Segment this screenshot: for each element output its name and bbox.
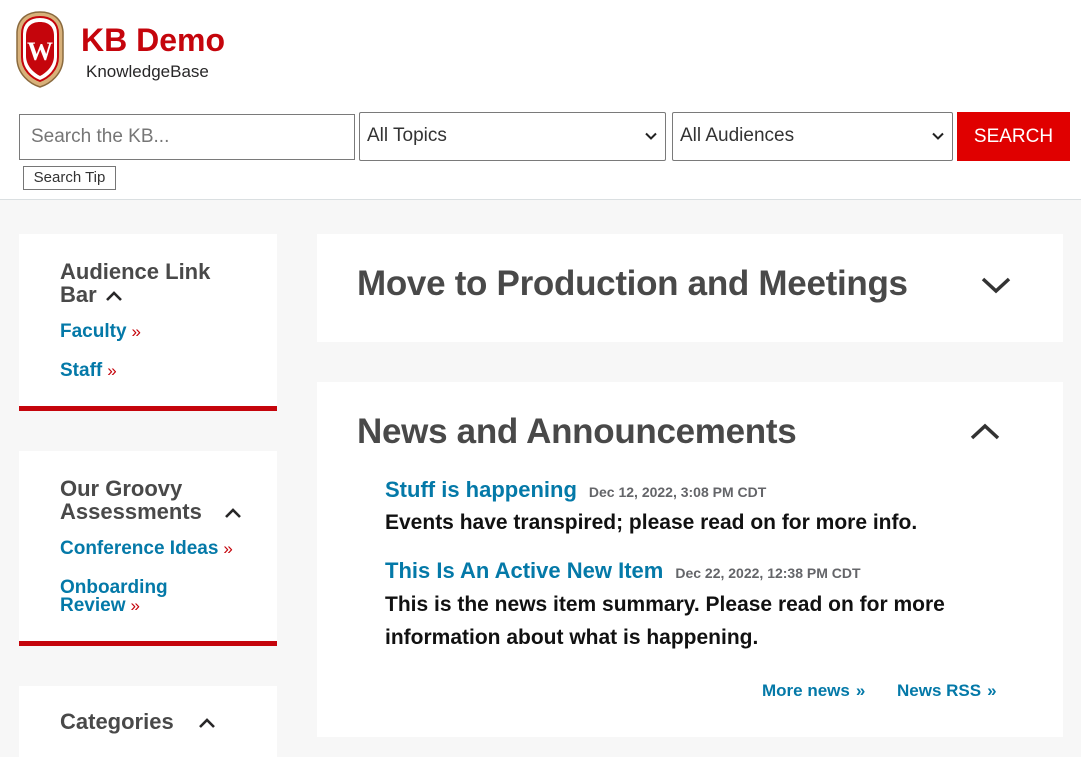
- chevron-up-icon[interactable]: [105, 290, 123, 302]
- chevron-down-icon[interactable]: [981, 276, 1011, 294]
- categories-title-label: Categories: [60, 709, 174, 734]
- sidebar-link-label: Faculty: [60, 321, 127, 342]
- search-tip-button[interactable]: Search Tip: [23, 166, 116, 190]
- site-title[interactable]: KB Demo: [81, 22, 225, 59]
- news-item-title-label[interactable]: This Is An Active New Item: [385, 558, 663, 583]
- audiences-select-value: All Audiences: [680, 125, 795, 146]
- production-meetings-panel: Move to Production and Meetings: [317, 234, 1063, 342]
- uw-crest-icon[interactable]: W: [14, 10, 66, 88]
- news-item-title[interactable]: Stuff is happening Dec 12, 2022, 3:08 PM …: [385, 477, 766, 503]
- site-header: W KB Demo KnowledgeBase All Topics All A…: [0, 0, 1081, 200]
- assessments-card: Our Groovy Assessments Conference Ideas»…: [19, 451, 277, 646]
- double-chevron-right-icon: »: [130, 596, 140, 615]
- search-input[interactable]: [19, 114, 355, 160]
- chevron-up-icon[interactable]: [198, 717, 216, 729]
- topics-select[interactable]: All Topics: [359, 112, 666, 161]
- site-subtitle: KnowledgeBase: [86, 62, 209, 81]
- sidebar-link-label: Conference Ideas: [60, 538, 219, 559]
- topics-select-value: All Topics: [367, 125, 447, 146]
- news-item-summary: Events have transpired; please read on f…: [385, 511, 918, 534]
- double-chevron-right-icon: »: [131, 322, 141, 341]
- chevron-up-icon[interactable]: [970, 423, 1000, 441]
- production-meetings-title[interactable]: Move to Production and Meetings: [357, 264, 908, 304]
- chevron-down-icon: [645, 132, 657, 140]
- double-chevron-right-icon: »: [855, 681, 866, 700]
- double-chevron-right-icon: »: [987, 681, 997, 700]
- audience-link-bar-card: Audience Link Bar Faculty» Staff»: [19, 234, 277, 411]
- sidebar-link-label: Staff: [60, 360, 103, 381]
- double-chevron-right-icon: »: [223, 539, 233, 558]
- chevron-up-icon[interactable]: [224, 507, 242, 519]
- assessments-title-line1: Our Groovy: [60, 476, 183, 501]
- news-rss-link[interactable]: News RSS »: [897, 681, 997, 701]
- categories-title[interactable]: Categories: [60, 710, 216, 733]
- assessments-title[interactable]: Our Groovy Assessments: [60, 477, 242, 523]
- news-item-summary: This is the news item summary. Please re…: [385, 593, 945, 649]
- audience-title-line2: Bar: [60, 282, 97, 307]
- sidebar-link-conference-ideas[interactable]: Conference Ideas»: [60, 538, 233, 559]
- news-item-date: Dec 12, 2022, 3:08 PM CDT: [588, 484, 767, 500]
- sidebar-link-label: Review: [60, 595, 126, 616]
- double-chevron-right-icon: »: [107, 361, 117, 380]
- search-button[interactable]: SEARCH: [957, 112, 1070, 161]
- news-item-title[interactable]: This Is An Active New Item Dec 22, 2022, …: [385, 558, 861, 584]
- news-panel-title[interactable]: News and Announcements: [357, 412, 797, 452]
- sidebar-link-staff[interactable]: Staff»: [60, 360, 117, 381]
- news-panel: News and Announcements Stuff is happenin…: [317, 382, 1063, 737]
- news-rss-label: News RSS: [897, 681, 982, 700]
- categories-card: Categories: [19, 686, 277, 757]
- audience-link-bar-title[interactable]: Audience Link Bar: [60, 260, 210, 306]
- assessments-title-line2: Assessments: [60, 499, 202, 524]
- news-item-date: Dec 22, 2022, 12:38 PM CDT: [675, 565, 861, 581]
- audience-title-line1: Audience Link: [60, 259, 211, 284]
- sidebar-link-faculty[interactable]: Faculty»: [60, 321, 141, 342]
- more-news-label: More news: [762, 681, 850, 700]
- crest-letter: W: [27, 37, 53, 66]
- audiences-select[interactable]: All Audiences: [672, 112, 953, 161]
- sidebar-link-onboarding-review[interactable]: Onboarding Review»: [60, 578, 168, 616]
- chevron-down-icon: [932, 132, 944, 140]
- news-item-title-label[interactable]: Stuff is happening: [385, 477, 577, 502]
- more-news-link[interactable]: More news »: [762, 681, 865, 701]
